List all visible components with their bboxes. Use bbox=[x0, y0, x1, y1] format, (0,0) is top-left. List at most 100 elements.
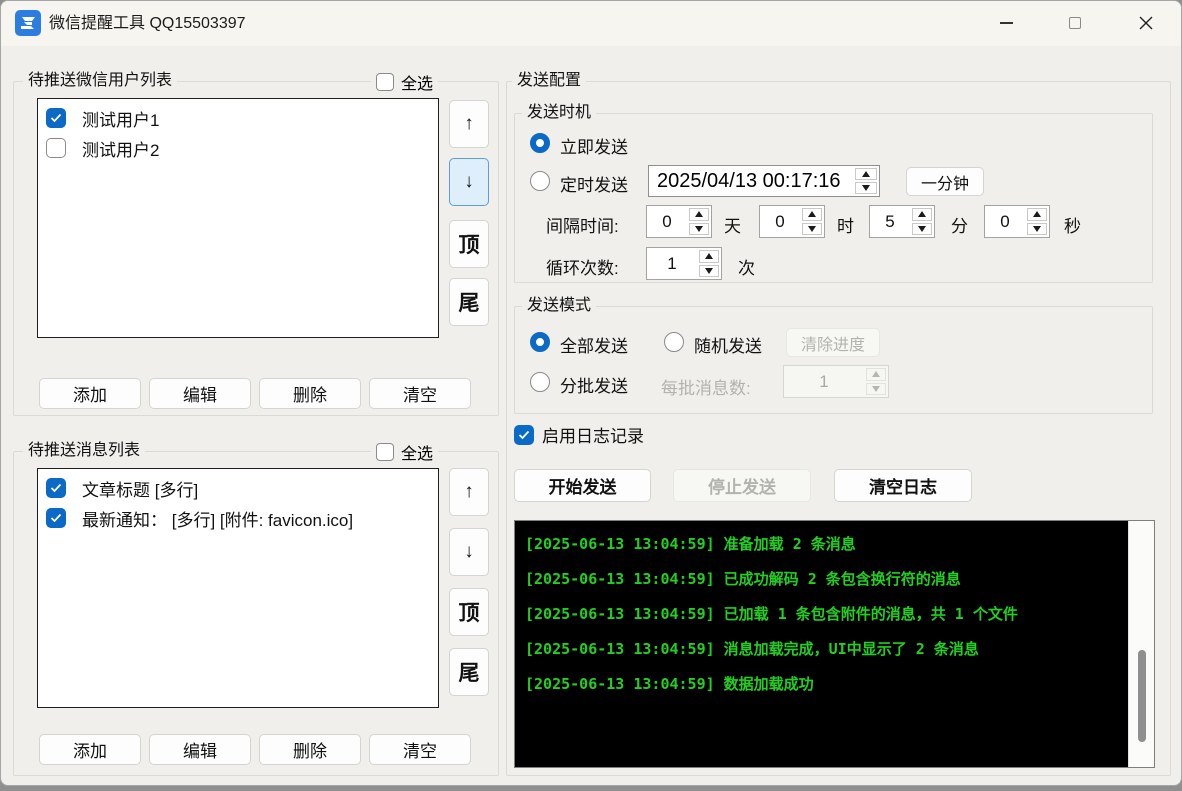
interval-hours-spinbox[interactable]: 0 bbox=[759, 205, 825, 238]
check-icon bbox=[518, 430, 530, 440]
interval-days-value[interactable]: 0 bbox=[647, 206, 687, 237]
spin-down-button[interactable] bbox=[699, 265, 719, 278]
user-move-bottom-button[interactable]: 尾 bbox=[449, 278, 489, 326]
schedule-datetime-value[interactable]: 2025/04/13 00:17:16 bbox=[649, 166, 853, 196]
close-icon bbox=[1139, 16, 1153, 30]
log-line: [2025-06-13 13:04:59] 准备加载 2 条消息 bbox=[525, 527, 1118, 562]
message-select-all-label: 全选 bbox=[401, 440, 433, 464]
message-list-title: 待推送消息列表 bbox=[23, 440, 145, 461]
enable-logging-checkbox-row[interactable]: 启用日志记录 bbox=[514, 422, 644, 447]
log-console: [2025-06-13 13:04:59] 准备加载 2 条消息 [2025-0… bbox=[514, 520, 1155, 768]
spin-down-button[interactable] bbox=[1027, 223, 1047, 236]
item-checkbox-unchecked[interactable] bbox=[46, 138, 66, 158]
user-listbox[interactable]: 测试用户1 测试用户2 bbox=[37, 98, 439, 338]
scheduled-radio[interactable] bbox=[530, 171, 550, 191]
send-random-radio[interactable] bbox=[664, 332, 684, 352]
item-checkbox-checked[interactable] bbox=[46, 108, 66, 128]
maximize-button[interactable] bbox=[1052, 1, 1098, 45]
message-move-up-button[interactable]: ↑ bbox=[449, 468, 489, 516]
schedule-datetime-field[interactable]: 2025/04/13 00:17:16 bbox=[648, 165, 880, 197]
spin-down-button[interactable] bbox=[802, 223, 822, 236]
message-select-all-checkbox[interactable] bbox=[376, 443, 394, 461]
user-select-all-label: 全选 bbox=[401, 70, 433, 94]
log-line: [2025-06-13 13:04:59] 数据加载成功 bbox=[525, 667, 1118, 702]
user-clear-button[interactable]: 清空 bbox=[369, 378, 471, 409]
spin-down-button[interactable] bbox=[912, 223, 932, 236]
log-line: [2025-06-13 13:04:59] 消息加载完成，UI中显示了 2 条消… bbox=[525, 632, 1118, 667]
loop-count-spinbox[interactable]: 1 bbox=[646, 247, 722, 280]
log-scrollbar-thumb[interactable] bbox=[1138, 650, 1146, 742]
immediate-radio[interactable] bbox=[530, 133, 550, 153]
title-bar[interactable]: 微信提醒工具 QQ15503397 bbox=[1, 1, 1181, 46]
user-item-label: 测试用户1 bbox=[82, 106, 159, 131]
datetime-spin-up-button[interactable] bbox=[855, 168, 877, 180]
check-icon bbox=[50, 513, 62, 523]
user-item-label: 测试用户2 bbox=[82, 136, 159, 161]
interval-seconds-value[interactable]: 0 bbox=[985, 206, 1025, 237]
interval-hours-value[interactable]: 0 bbox=[760, 206, 800, 237]
interval-seconds-spinbox[interactable]: 0 bbox=[984, 205, 1050, 238]
spin-up-icon bbox=[705, 253, 713, 259]
user-select-all[interactable]: 全选 bbox=[371, 70, 438, 94]
spin-up-button[interactable] bbox=[912, 208, 932, 221]
item-checkbox-checked[interactable] bbox=[46, 508, 66, 528]
send-batch-radio[interactable] bbox=[530, 372, 550, 392]
loop-count-value[interactable]: 1 bbox=[647, 248, 697, 279]
message-move-top-button[interactable]: 顶 bbox=[449, 588, 489, 636]
immediate-label: 立即发送 bbox=[560, 133, 628, 158]
clear-log-button[interactable]: 清空日志 bbox=[834, 469, 972, 502]
message-delete-button[interactable]: 删除 bbox=[259, 734, 361, 765]
message-list-item[interactable]: 文章标题 [多行] bbox=[38, 473, 438, 503]
user-list-item[interactable]: 测试用户1 bbox=[38, 103, 438, 133]
log-scrollbar[interactable] bbox=[1128, 521, 1154, 767]
spin-down-icon bbox=[872, 386, 880, 392]
message-edit-button[interactable]: 编辑 bbox=[149, 734, 251, 765]
spin-up-button[interactable] bbox=[802, 208, 822, 221]
message-listbox[interactable]: 文章标题 [多行] 最新通知： [多行] [附件: favicon.ico] bbox=[37, 468, 439, 708]
message-list-item[interactable]: 最新通知： [多行] [附件: favicon.ico] bbox=[38, 503, 438, 533]
user-list-item[interactable]: 测试用户2 bbox=[38, 133, 438, 163]
user-move-down-button[interactable]: ↓ bbox=[449, 158, 489, 206]
message-clear-button[interactable]: 清空 bbox=[369, 734, 471, 765]
user-edit-button[interactable]: 编辑 bbox=[149, 378, 251, 409]
spin-down-button bbox=[866, 383, 886, 396]
spin-up-icon bbox=[695, 211, 703, 217]
check-icon bbox=[50, 113, 62, 123]
datetime-spin-down-button[interactable] bbox=[855, 182, 877, 194]
interval-minutes-value[interactable]: 5 bbox=[870, 206, 910, 237]
interval-days-spinbox[interactable]: 0 bbox=[646, 205, 712, 238]
start-send-button[interactable]: 开始发送 bbox=[514, 469, 651, 502]
item-checkbox-checked[interactable] bbox=[46, 478, 66, 498]
log-line: [2025-06-13 13:04:59] 已加载 1 条包含附件的消息，共 1… bbox=[525, 597, 1118, 632]
spin-down-icon bbox=[1033, 226, 1041, 232]
message-add-button[interactable]: 添加 bbox=[39, 734, 141, 765]
user-delete-button[interactable]: 删除 bbox=[259, 378, 361, 409]
user-select-all-checkbox[interactable] bbox=[376, 73, 394, 91]
user-list-title: 待推送微信用户列表 bbox=[23, 70, 177, 91]
interval-minutes-spinbox[interactable]: 5 bbox=[869, 205, 935, 238]
user-move-top-button[interactable]: 顶 bbox=[449, 220, 489, 268]
message-select-all[interactable]: 全选 bbox=[371, 440, 438, 464]
spin-up-button[interactable] bbox=[689, 208, 709, 221]
enable-logging-checkbox[interactable] bbox=[514, 425, 534, 445]
spin-up-button[interactable] bbox=[699, 250, 719, 263]
send-all-label: 全部发送 bbox=[560, 332, 628, 357]
close-button[interactable] bbox=[1123, 1, 1169, 45]
minimize-button[interactable] bbox=[983, 1, 1029, 45]
one-minute-button[interactable]: 一分钟 bbox=[906, 167, 984, 196]
spin-down-button[interactable] bbox=[689, 223, 709, 236]
spin-down-icon bbox=[705, 268, 713, 274]
send-all-radio[interactable] bbox=[530, 332, 550, 352]
message-item-label: 最新通知： [多行] [附件: favicon.ico] bbox=[82, 506, 353, 531]
user-add-button[interactable]: 添加 bbox=[39, 378, 141, 409]
log-output[interactable]: [2025-06-13 13:04:59] 准备加载 2 条消息 [2025-0… bbox=[515, 521, 1128, 767]
send-random-label: 随机发送 bbox=[694, 332, 762, 357]
message-move-down-button[interactable]: ↓ bbox=[449, 528, 489, 576]
interval-seconds-unit: 秒 bbox=[1064, 212, 1081, 237]
timing-title: 发送时机 bbox=[522, 102, 596, 123]
user-move-up-button[interactable]: ↑ bbox=[449, 100, 489, 148]
spin-down-icon bbox=[808, 226, 816, 232]
minimize-icon bbox=[1000, 22, 1013, 24]
message-move-bottom-button[interactable]: 尾 bbox=[449, 648, 489, 696]
spin-up-button[interactable] bbox=[1027, 208, 1047, 221]
